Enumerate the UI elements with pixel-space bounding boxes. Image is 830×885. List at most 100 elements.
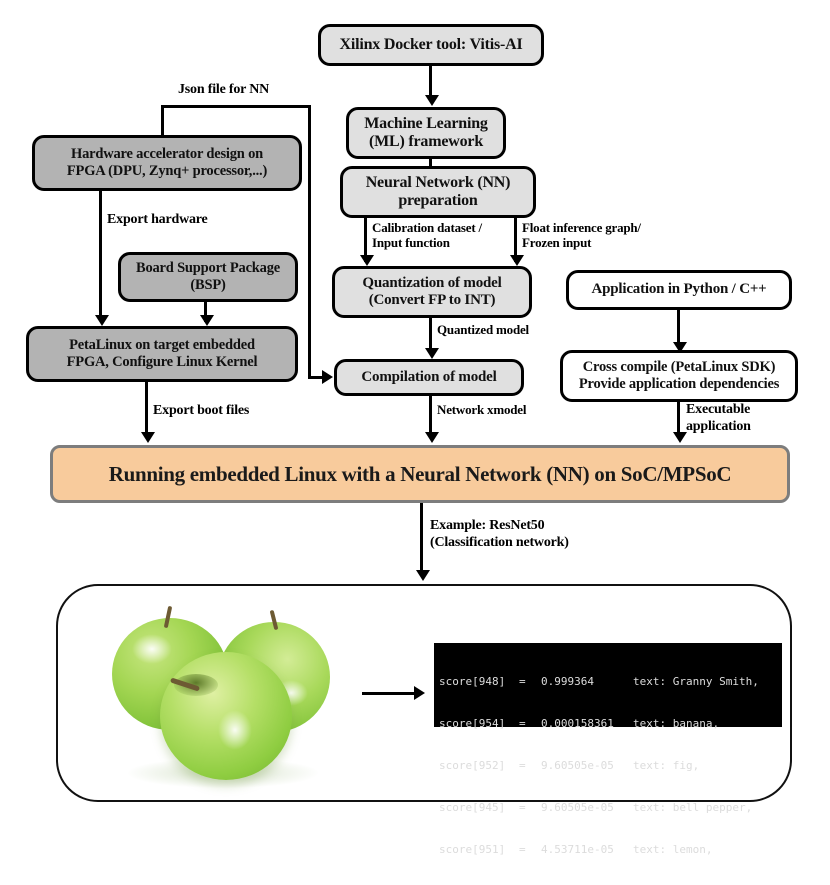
edge-label-json-file-text: Json file for NN [178,82,270,97]
terminal-score-value: 0.999364 [541,675,594,688]
arrow-hw-to-petalinux [95,315,109,326]
terminal-row: score[954] = 0.000158361 text: banana, [439,717,777,731]
terminal-score-index: score[951] [439,843,506,856]
result-panel: score[948] = 0.999364 text: Granny Smith… [56,584,792,856]
edge-label-export-hardware-text: Export hardware [107,212,208,227]
node-nn-preparation[interactable]: Neural Network (NN) preparation [340,166,536,218]
node-quantization-label-line1: Quantization of model [362,274,502,291]
connector-crosscompile-to-banner [677,402,680,436]
connector-petalinux-to-banner [145,382,148,436]
edge-label-example-resnet50: Example: ResNet50 (Classification network… [430,518,569,551]
terminal-score-index: score[954] [439,717,506,730]
edge-label-network-xmodel-text: Network xmodel [437,402,527,417]
node-nn-preparation-label-line2: preparation [398,192,478,209]
terminal-score-value: 4.53711e-05 [541,843,614,856]
arrow-banner-to-result [416,570,430,581]
edge-label-calibration-line1: Calibration dataset / [372,220,482,235]
arrow-image-to-terminal [414,686,425,700]
terminal-equals: = [519,843,526,856]
edge-label-executable-line2: application [686,418,751,434]
edge-label-export-hardware: Export hardware [107,212,208,229]
edge-label-export-boot-files: Export boot files [153,403,249,420]
edge-label-float-graph-line1: Float inference graph/ [522,220,641,235]
node-xilinx-docker-tool[interactable]: Xilinx Docker tool: Vitis-AI [318,24,544,66]
connector-json-left-vertical [161,105,164,135]
diagram-canvas: Xilinx Docker tool: Vitis-AI Machine Lea… [0,0,830,856]
node-hardware-accel-label-line1: Hardware accelerator design on [71,146,263,163]
terminal-score-text: text: lemon, [633,843,713,856]
node-bsp-label-line2: (BSP) [190,277,226,293]
terminal-equals: = [519,759,526,772]
banner-running-embedded-linux[interactable]: Running embedded Linux with a Neural Net… [50,445,790,503]
apples-image [98,600,348,790]
node-cross-compile-label-line2: Provide application dependencies [578,376,780,392]
node-hardware-accelerator-design[interactable]: Hardware accelerator design on FPGA (DPU… [32,135,302,191]
connector-application-to-crosscompile [677,310,680,346]
terminal-score-index: score[948] [439,675,506,688]
connector-json-right-vertical [308,105,311,377]
arrow-quant-to-compilation [425,348,439,359]
node-board-support-package[interactable]: Board Support Package (BSP) [118,252,298,302]
node-ml-framework[interactable]: Machine Learning (ML) framework [346,107,506,159]
terminal-score-index: score[945] [439,801,506,814]
arrow-docker-to-ml [425,95,439,106]
node-compilation-label: Compilation of model [361,368,497,385]
edge-label-example-line1: Example: ResNet50 [430,518,545,533]
node-bsp-label-line1: Board Support Package [135,260,281,277]
node-quantization-of-model[interactable]: Quantization of model (Convert FP to INT… [332,266,532,318]
terminal-score-index: score[952] [439,759,506,772]
arrow-json-into-compilation [322,370,333,384]
edge-label-calibration-line2: Input function [372,235,450,251]
connector-banner-to-result [420,503,423,575]
node-cross-compile-label-line1: Cross compile (PetaLinux SDK) [582,359,776,376]
arrow-petalinux-to-banner [141,432,155,443]
arrow-nnprep-to-quant [360,255,374,266]
terminal-score-value: 9.60505e-05 [541,759,614,772]
edge-label-executable-application: Executable application [686,402,751,435]
terminal-equals: = [519,717,526,730]
connector-image-to-terminal [362,692,418,695]
edge-label-json-file: Json file for NN [178,82,269,99]
terminal-row: score[945] = 9.60505e-05 text: bell pepp… [439,801,777,815]
edge-label-executable-line1: Executable [686,402,751,417]
terminal-score-text: text: bell pepper, [633,801,753,814]
node-application-python-cpp[interactable]: Application in Python / C++ [566,270,792,310]
edge-label-float-graph-line2: Frozen input [522,235,592,251]
terminal-score-value: 0.000158361 [541,717,614,730]
edge-label-example-line2: (Classification network) [430,534,569,550]
node-petalinux-label-line1: PetaLinux on target embedded [69,337,255,354]
node-petalinux-label-line2: FPGA, Configure Linux Kernel [66,354,258,370]
banner-label: Running embedded Linux with a Neural Net… [108,461,732,486]
connector-json-horizontal [161,105,311,108]
connector-quant-to-compilation [429,318,432,352]
edge-label-export-boot-files-text: Export boot files [153,403,250,418]
edge-label-quantized-model: Quantized model [437,322,529,337]
node-cross-compile[interactable]: Cross compile (PetaLinux SDK) Provide ap… [560,350,798,402]
terminal-equals: = [519,801,526,814]
edge-label-calibration-dataset: Calibration dataset / Input function [372,220,482,251]
terminal-row: score[951] = 4.53711e-05 text: lemon, [439,843,777,857]
node-nn-preparation-label-line1: Neural Network (NN) [365,173,511,191]
connector-compilation-to-banner [429,396,432,436]
terminal-score-text: text: Granny Smith, [633,675,759,688]
apple-front-gloss [218,710,252,750]
terminal-output: score[948] = 0.999364 text: Granny Smith… [434,643,782,856]
arrow-nnprep-to-quant-right [510,255,524,266]
edge-label-network-xmodel: Network xmodel [437,402,526,417]
terminal-score-value: 9.60505e-05 [541,801,614,814]
node-ml-framework-label-line2: (ML) framework [368,133,484,150]
node-petalinux-target[interactable]: PetaLinux on target embedded FPGA, Confi… [26,326,298,382]
edge-label-quantized-model-text: Quantized model [437,322,529,337]
connector-docker-to-ml [429,66,432,97]
terminal-equals: = [519,675,526,688]
node-hardware-accel-label-line2: FPGA (DPU, Zynq+ processor,...) [66,163,268,179]
node-compilation-of-model[interactable]: Compilation of model [334,359,524,396]
apple-back-left-gloss [132,634,172,664]
terminal-score-text: text: fig, [633,759,700,772]
arrow-crosscompile-to-banner [673,432,687,443]
node-ml-framework-label-line1: Machine Learning [364,114,488,132]
arrow-compilation-to-banner [425,432,439,443]
node-quantization-label-line2: (Convert FP to INT) [368,292,496,308]
node-xilinx-docker-tool-label: Xilinx Docker tool: Vitis-AI [339,35,523,53]
terminal-score-text: text: banana, [633,717,720,730]
